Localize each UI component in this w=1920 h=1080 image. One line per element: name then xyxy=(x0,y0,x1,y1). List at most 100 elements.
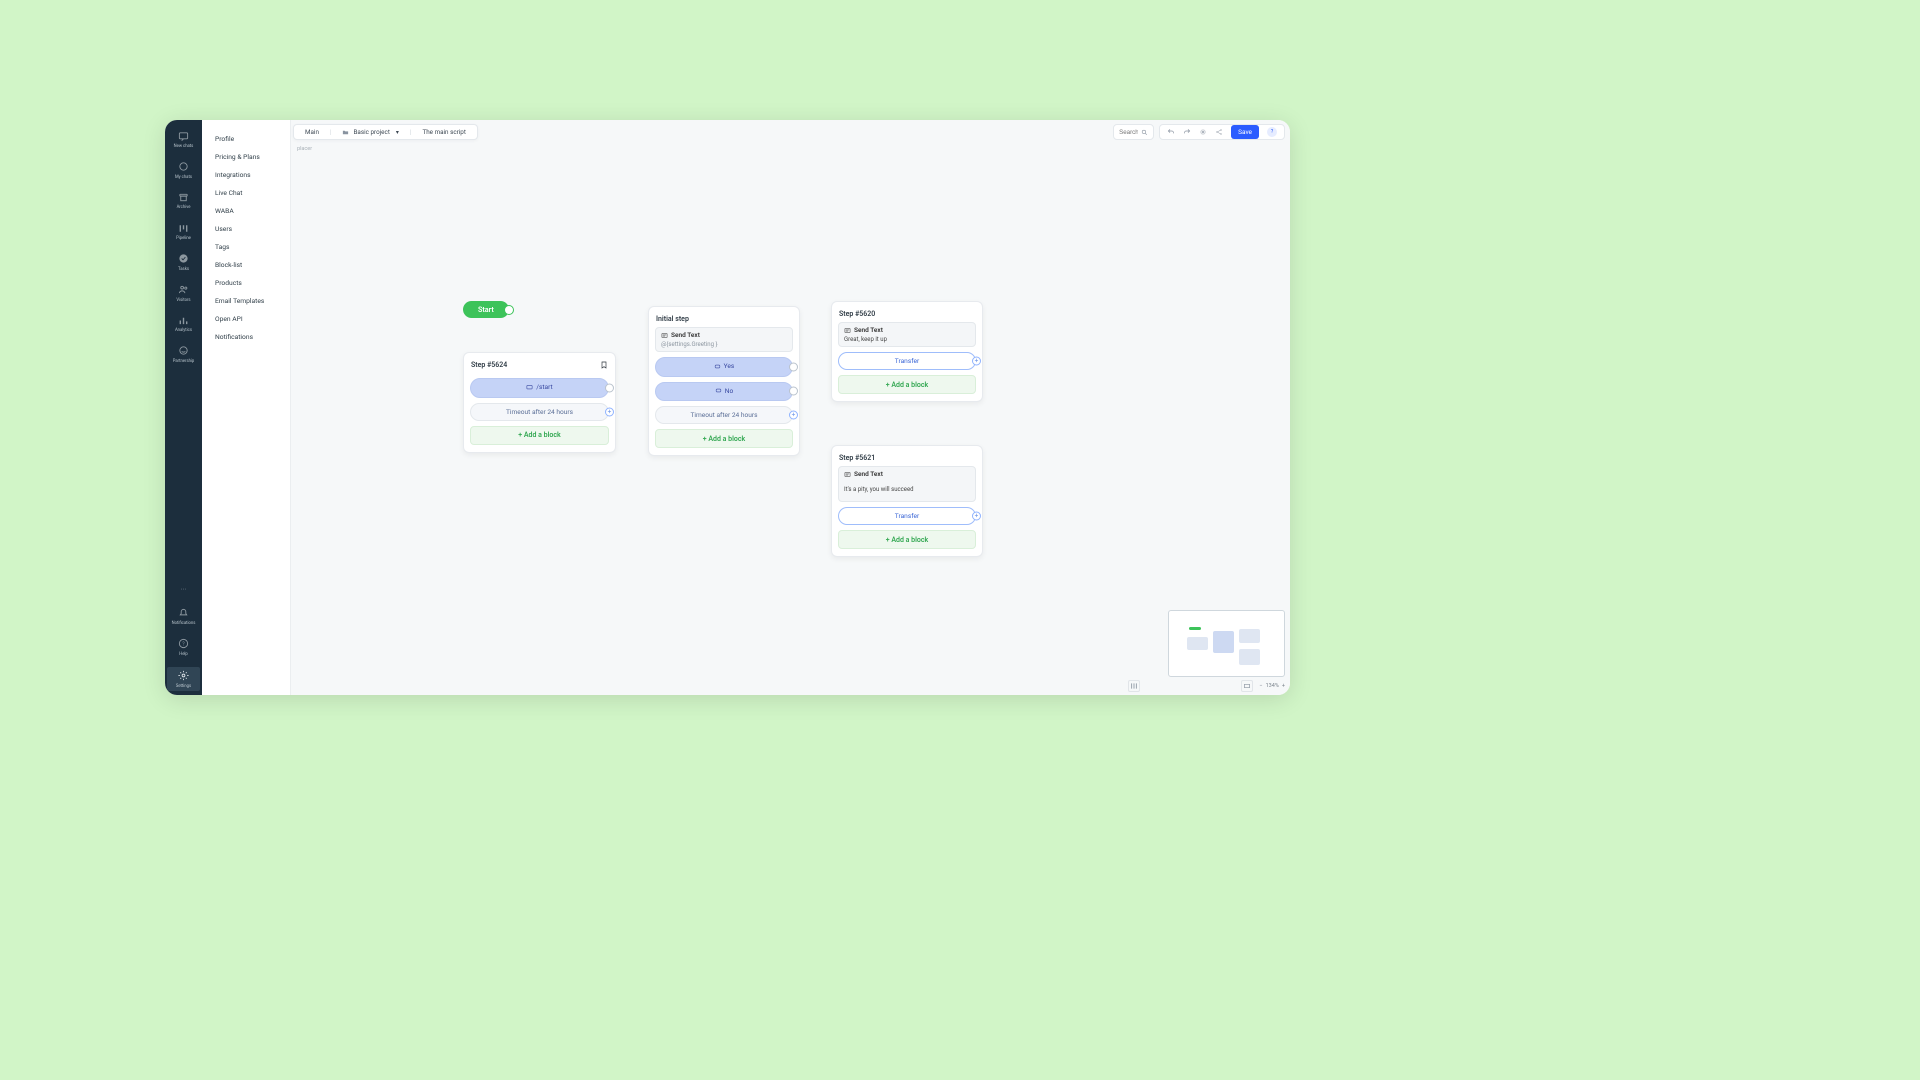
settings-button[interactable] xyxy=(1199,128,1207,136)
send-text-content: It's a pity, you will succeed xyxy=(844,486,970,493)
search-field[interactable] xyxy=(1119,129,1138,136)
breadcrumb-script[interactable]: The main script xyxy=(418,128,469,136)
node-title: Step #5621 xyxy=(839,454,875,462)
rail-item-partnership[interactable]: Partnership xyxy=(165,344,202,365)
transfer-block[interactable]: Transfer + xyxy=(838,507,976,525)
send-text-block[interactable]: Send Text Great, keep it up xyxy=(838,322,976,347)
rail-item-analytics[interactable]: Analytics xyxy=(165,313,202,334)
start-node[interactable]: Start xyxy=(463,301,509,318)
node-step-5621[interactable]: Step #5621 Send Text It's a pity, you wi… xyxy=(831,445,983,557)
bookmark-icon[interactable] xyxy=(600,361,608,369)
rail-label: Tasks xyxy=(178,268,189,272)
share-button[interactable] xyxy=(1215,128,1223,136)
breadcrumb-project[interactable]: Basic project xyxy=(338,128,402,136)
sidebar-item-waba[interactable]: WABA xyxy=(202,202,290,220)
rail-item-pipeline[interactable]: Pipeline xyxy=(165,221,202,242)
no-button-block[interactable]: No xyxy=(655,382,793,402)
transfer-block[interactable]: Transfer + xyxy=(838,352,976,370)
text-icon xyxy=(661,332,668,339)
add-block-button[interactable]: + Add a block xyxy=(470,426,609,445)
rail-item-settings[interactable]: Settings xyxy=(167,667,200,691)
sidebar-item-tags[interactable]: Tags xyxy=(202,238,290,256)
send-text-block[interactable]: Send Text It's a pity, you will succeed xyxy=(838,466,976,502)
add-port[interactable]: + xyxy=(972,512,981,521)
timeout-text: Timeout after 24 hours xyxy=(690,411,757,419)
timeout-block[interactable]: Timeout after 24 hours + xyxy=(470,403,609,421)
minimap[interactable] xyxy=(1168,610,1285,677)
rail-item-visitors[interactable]: Visitors xyxy=(165,283,202,304)
output-port[interactable] xyxy=(789,387,798,396)
sidebar-item-profile[interactable]: Profile xyxy=(202,130,290,148)
zoom-level: 134% xyxy=(1266,683,1279,689)
rail-item-archive[interactable]: Archive xyxy=(165,190,202,211)
output-port[interactable] xyxy=(789,362,798,371)
rail-label: Analytics xyxy=(175,329,192,333)
users-icon xyxy=(178,284,190,296)
send-text-label: Send Text xyxy=(671,331,700,339)
save-button[interactable]: Save xyxy=(1231,125,1259,139)
start-command-trigger[interactable]: /start xyxy=(470,378,609,398)
rail-label: Visitors xyxy=(176,299,190,303)
timeout-block[interactable]: Timeout after 24 hours + xyxy=(655,406,793,424)
fit-button[interactable] xyxy=(1241,680,1253,692)
yes-label: Yes xyxy=(724,362,735,370)
rail-item-notifications[interactable]: Notifications xyxy=(165,606,202,627)
rail-item-tasks[interactable]: Tasks xyxy=(165,252,202,273)
search-input[interactable] xyxy=(1113,124,1154,140)
check-circle-icon xyxy=(178,253,190,265)
help-button[interactable]: ? xyxy=(1267,127,1277,137)
button-icon xyxy=(715,387,722,394)
output-port[interactable] xyxy=(605,383,614,392)
add-port[interactable]: + xyxy=(789,411,798,420)
chat-plus-icon xyxy=(178,130,190,142)
grid-toggle-button[interactable] xyxy=(1128,680,1140,692)
add-port[interactable]: + xyxy=(605,407,614,416)
settings-sidebar: Profile Pricing & Plans Integrations Liv… xyxy=(202,120,291,695)
no-label: No xyxy=(725,387,733,395)
add-port[interactable]: + xyxy=(972,357,981,366)
sidebar-item-blocklist[interactable]: Block-list xyxy=(202,256,290,274)
rail-item-my-chats[interactable]: My chats xyxy=(165,160,202,181)
breadcrumb-sep: | xyxy=(410,128,412,136)
button-icon xyxy=(714,363,721,370)
breadcrumb-root[interactable]: Main xyxy=(301,128,323,136)
sidebar-item-pricing[interactable]: Pricing & Plans xyxy=(202,148,290,166)
redo-button[interactable] xyxy=(1183,128,1191,136)
send-text-block[interactable]: Send Text @{settings.Greeting } xyxy=(655,327,793,352)
sidebar-item-email-templates[interactable]: Email Templates xyxy=(202,292,290,310)
sidebar-item-notifications[interactable]: Notifications xyxy=(202,328,290,346)
node-step-5624[interactable]: Step #5624 /start Timeout after 24 hours… xyxy=(463,352,616,453)
yes-button-block[interactable]: Yes xyxy=(655,357,793,377)
message-icon xyxy=(526,384,533,391)
zoom-in-button[interactable]: + xyxy=(1282,683,1285,689)
bot-canvas[interactable]: Main | Basic project | The main script p… xyxy=(291,120,1290,695)
zoom-out-button[interactable]: − xyxy=(1259,683,1262,689)
gear-icon xyxy=(178,670,190,682)
breadcrumb: Main | Basic project | The main script xyxy=(293,124,478,140)
add-block-button[interactable]: + Add a block xyxy=(838,375,976,394)
node-title: Initial step xyxy=(656,315,689,323)
sidebar-item-integrations[interactable]: Integrations xyxy=(202,166,290,184)
app-frame: New chats My chats Archive Pipeline xyxy=(165,120,1290,695)
text-icon xyxy=(844,327,851,334)
node-title: Step #5624 xyxy=(471,361,507,369)
sidebar-item-open-api[interactable]: Open API xyxy=(202,310,290,328)
node-initial-step[interactable]: Initial step Send Text @{settings.Greeti… xyxy=(648,306,800,456)
add-block-button[interactable]: + Add a block xyxy=(838,530,976,549)
add-block-button[interactable]: + Add a block xyxy=(655,429,793,448)
timeout-text: Timeout after 24 hours xyxy=(506,408,573,416)
rail-item-new-chats[interactable]: New chats xyxy=(165,129,202,150)
rail-label: My chats xyxy=(175,176,192,180)
undo-button[interactable] xyxy=(1167,128,1175,136)
help-icon: ? xyxy=(178,638,190,650)
rail-item-help[interactable]: ? Help xyxy=(165,637,202,658)
sidebar-item-users[interactable]: Users xyxy=(202,220,290,238)
start-output-port[interactable] xyxy=(504,305,514,315)
sidebar-item-products[interactable]: Products xyxy=(202,274,290,292)
rail-label: Settings xyxy=(176,685,191,689)
nav-rail: New chats My chats Archive Pipeline xyxy=(165,120,202,695)
sidebar-item-live-chat[interactable]: Live Chat xyxy=(202,184,290,202)
canvas-toolbar: Save ? xyxy=(1113,124,1285,140)
node-step-5620[interactable]: Step #5620 Send Text Great, keep it up T… xyxy=(831,301,983,402)
handshake-icon xyxy=(178,345,190,357)
